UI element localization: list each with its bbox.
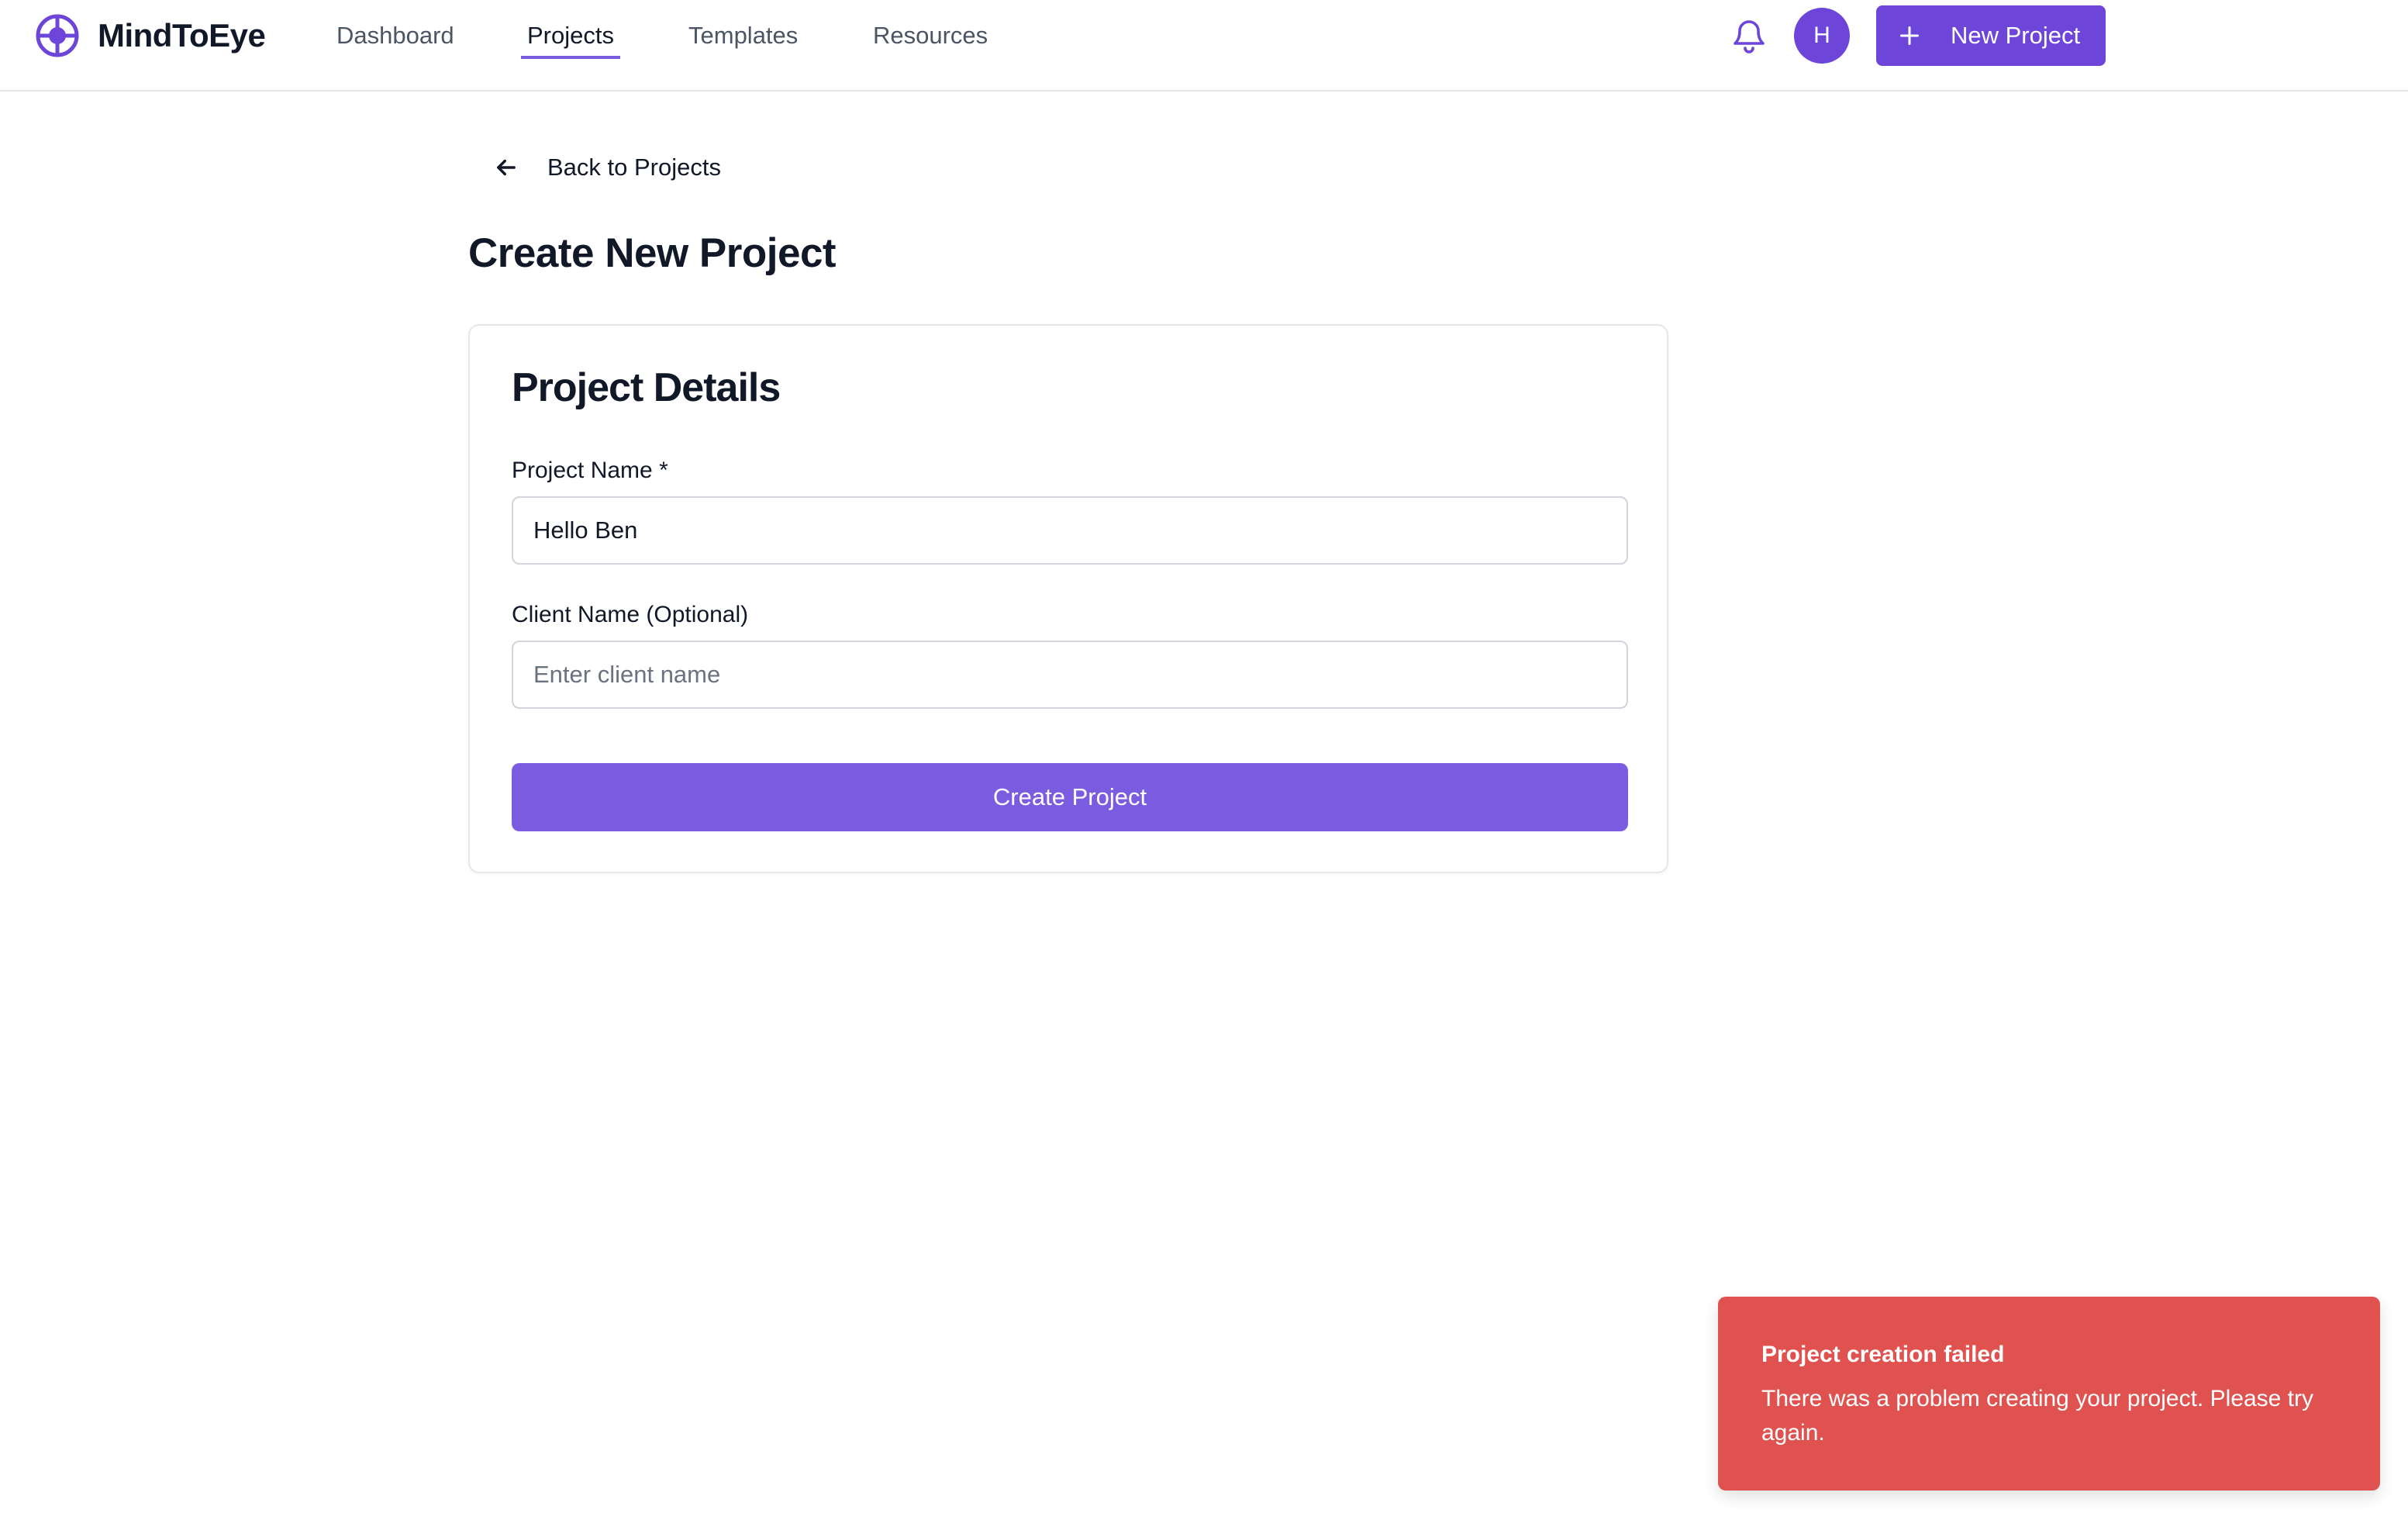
project-details-card: Project Details Project Name * Client Na…: [468, 324, 1668, 873]
bell-icon[interactable]: [1730, 16, 1768, 56]
new-project-button[interactable]: New Project: [1876, 5, 2106, 66]
project-name-input[interactable]: [512, 496, 1628, 565]
create-project-button[interactable]: Create Project: [512, 763, 1628, 831]
nav-item-dashboard[interactable]: Dashboard: [336, 22, 454, 56]
page-title: Create New Project: [468, 230, 837, 276]
brand[interactable]: MindToEye: [34, 12, 266, 59]
client-name-label: Client Name (Optional): [512, 602, 749, 627]
nav-item-resources[interactable]: Resources: [873, 22, 988, 56]
toast-title: Project creation failed: [1761, 1342, 2005, 1367]
client-name-input[interactable]: [512, 641, 1628, 709]
new-project-label: New Project: [1951, 22, 2081, 49]
nav-item-projects[interactable]: Projects: [521, 22, 620, 59]
avatar[interactable]: H: [1794, 8, 1850, 64]
project-name-label: Project Name *: [512, 458, 668, 483]
arrow-left-icon: [497, 159, 516, 176]
card-title: Project Details: [512, 365, 781, 410]
back-to-projects-link[interactable]: Back to Projects: [493, 150, 721, 185]
brand-name: MindToEye: [98, 17, 266, 54]
crosshair-logo-icon: [36, 14, 79, 57]
nav-item-templates[interactable]: Templates: [688, 22, 798, 56]
error-toast[interactable]: Project creation failed There was a prob…: [1718, 1297, 2380, 1491]
toast-message: There was a problem creating your projec…: [1761, 1386, 2313, 1446]
plus-icon: [1900, 26, 1919, 45]
top-nav-bar: MindToEye Dashboard Projects Templates R…: [0, 0, 2408, 92]
back-link-label: Back to Projects: [547, 154, 721, 181]
